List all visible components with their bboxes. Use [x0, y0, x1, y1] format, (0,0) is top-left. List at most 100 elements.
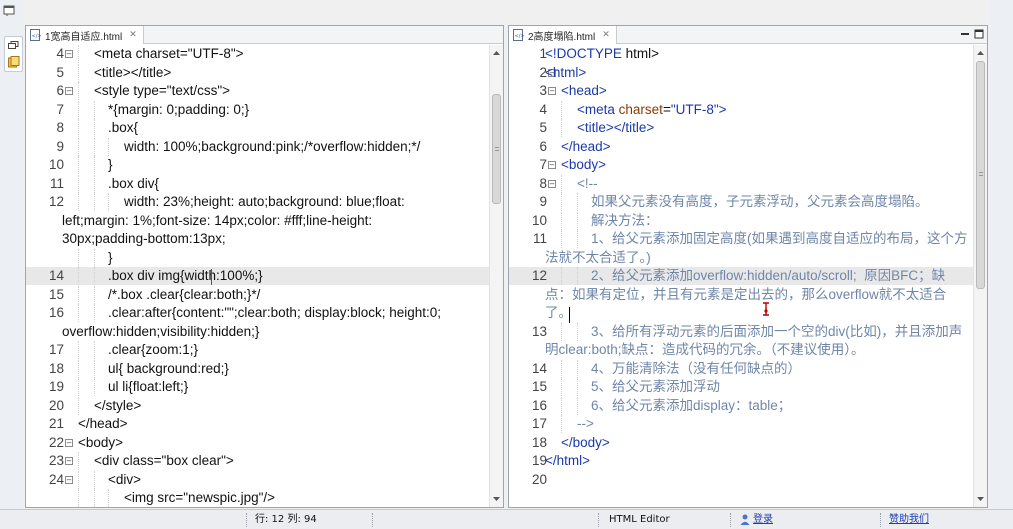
- code-line[interactable]: 22 <body>: [26, 434, 489, 452]
- fold-toggle-icon[interactable]: [65, 87, 73, 95]
- code-area[interactable]: 4 <meta charset="UTF-8"> 5 <title></title> 6…: [26, 45, 489, 507]
- indent-guide: [561, 415, 562, 433]
- code-line[interactable]: <img src="newspic.jpg"/>: [26, 489, 489, 507]
- project-explorer-icon[interactable]: [8, 56, 20, 68]
- scrollbar-thumb[interactable]: [492, 94, 501, 204]
- code-line[interactable]: 9 width: 100%;background:pink;/*overflow:…: [26, 137, 489, 156]
- code-line[interactable]: 明clear:both;缺点：造成代码的冗余。（不建议使用）。: [509, 341, 973, 359]
- editor-tab-left[interactable]: </> 1宽高自适应.html ✕: [26, 26, 144, 44]
- scroll-down-icon[interactable]: [974, 493, 987, 505]
- indent-guide: [78, 267, 79, 285]
- code-line[interactable]: 11 .box div{: [26, 174, 489, 193]
- code-line[interactable]: 23 <div class="box clear">: [26, 452, 489, 470]
- fold-toggle-icon[interactable]: [65, 438, 73, 447]
- code-line[interactable]: 8 <!--: [509, 174, 973, 193]
- indent-guide: [561, 267, 562, 285]
- code-line[interactable]: 16 .clear:after{content:"";clear:both; di…: [26, 304, 489, 322]
- code-line[interactable]: 1 <!DOCTYPE html>: [509, 45, 973, 63]
- code-line[interactable]: 14 4、万能清除法（没有任何缺点的）: [509, 359, 973, 378]
- code-line[interactable]: 7 *{margin: 0;padding: 0;}: [26, 100, 489, 119]
- scrollbar-thumb[interactable]: [976, 61, 985, 289]
- code-text: <!--: [577, 175, 598, 193]
- code-line[interactable]: 12 width: 23%;height: auto;background: bl…: [26, 193, 489, 211]
- login-link[interactable]: 登录: [753, 513, 773, 527]
- code-line[interactable]: 20 </style>: [26, 396, 489, 415]
- code-line[interactable]: 24 <div>: [26, 470, 489, 489]
- indent-guide: [577, 378, 578, 396]
- code-text: <meta charset="UTF-8">: [577, 101, 727, 119]
- sponsor-link[interactable]: 赞助我们: [889, 513, 929, 527]
- code-line[interactable]: 5 <title></title>: [509, 119, 973, 137]
- vertical-scrollbar[interactable]: [973, 45, 987, 507]
- code-line[interactable]: 5 <title></title>: [26, 63, 489, 82]
- code-line[interactable]: 17 .clear{zoom:1;}: [26, 341, 489, 359]
- code-line[interactable]: left;margin: 1%;font-size: 14px;color: #…: [26, 212, 489, 230]
- code-line[interactable]: 4 <meta charset="UTF-8">: [26, 45, 489, 63]
- cursor-position: 行: 12 列: 94: [255, 514, 317, 525]
- code-line[interactable]: 7 <body>: [509, 156, 973, 174]
- indent-guide: [577, 359, 578, 378]
- scroll-up-icon[interactable]: [490, 47, 503, 59]
- fold-toggle-icon[interactable]: [548, 161, 556, 169]
- code-line[interactable]: 2<html>: [509, 64, 973, 82]
- code-text: <html>: [545, 64, 586, 82]
- code-text: </head>: [561, 138, 611, 156]
- code-line[interactable]: 4 <meta charset="UTF-8">: [509, 100, 973, 119]
- code-line[interactable]: 14 .box div img{width:100%;}: [26, 267, 489, 285]
- code-line[interactable]: 15 /*.box .clear{clear:both;}*/: [26, 285, 489, 304]
- restore-view-icon[interactable]: [8, 41, 19, 49]
- editor-mode: HTML Editor: [609, 514, 670, 525]
- tab-close-icon[interactable]: ✕: [129, 30, 137, 40]
- line-number: 7: [539, 157, 547, 172]
- fold-toggle-icon[interactable]: [548, 179, 556, 188]
- code-area[interactable]: 1<!DOCTYPE html>2<html>3<head>4<meta cha…: [509, 45, 973, 507]
- code-line[interactable]: 20: [509, 471, 973, 489]
- code-line[interactable]: 了。: [509, 304, 973, 322]
- code-line[interactable]: 30px;padding-bottom:13px;: [26, 230, 489, 248]
- code-line[interactable]: 12 2、给父元素添加overflow:hidden/auto/scroll; 原…: [509, 267, 973, 285]
- code-line[interactable]: 19 ul li{float:left;}: [26, 378, 489, 396]
- code-line[interactable]: 法就不太合适了。): [509, 249, 973, 267]
- code-line[interactable]: 10}: [26, 156, 489, 174]
- code-line[interactable]: 11 1、给父元素添加固定高度(如果遇到高度自适应的布局，这个方: [509, 230, 973, 248]
- indent-guide: [94, 119, 95, 137]
- fold-toggle-icon[interactable]: [65, 50, 73, 58]
- editor-tab-right[interactable]: </> 2高度塌陷.html ✕: [509, 26, 617, 44]
- code-line[interactable]: 6 </head>: [509, 138, 973, 156]
- restore-icon[interactable]: [3, 5, 17, 17]
- scroll-down-icon[interactable]: [490, 493, 503, 505]
- code-line[interactable]: 16 6、给父元素添加display：table；: [509, 396, 973, 415]
- code-line[interactable]: 13 3、给所有浮动元素的后面添加一个空的div(比如)，并且添加声: [509, 322, 973, 341]
- tab-close-icon[interactable]: ✕: [602, 30, 610, 40]
- fold-toggle-icon[interactable]: [65, 457, 73, 465]
- indent-guide: [94, 378, 95, 396]
- code-line[interactable]: 19 </html>: [509, 452, 973, 470]
- fold-toggle-icon[interactable]: [65, 475, 73, 484]
- code-line[interactable]: 15 5、给父元素添加浮动: [509, 378, 973, 396]
- code-token: <!--: [577, 175, 598, 191]
- right-margin-strip: [990, 0, 1013, 509]
- code-text: ul li{float:left;}: [108, 378, 188, 396]
- editor-pane-left: </> 1宽高自适应.html ✕ 4 <meta charset="UTF-8"…: [25, 25, 504, 508]
- code-line[interactable]: overflow:hidden;visibility:hidden;}: [26, 323, 489, 341]
- indent-guide: [94, 304, 95, 322]
- vertical-scrollbar[interactable]: [489, 45, 503, 507]
- code-line[interactable]: 点：如果有定位，并且有元素是定出去的，那么overflow就不太适合: [509, 286, 973, 304]
- code-line[interactable]: 9 如果父元素没有高度，子元素浮动，父元素会高度塌陷。: [509, 193, 973, 211]
- code-line[interactable]: 3 <head>: [509, 82, 973, 100]
- code-line[interactable]: 8 .box{: [26, 119, 489, 137]
- code-line[interactable]: 10 解决方法：: [509, 211, 973, 230]
- minimize-icon[interactable]: [960, 29, 970, 39]
- maximize-icon[interactable]: [974, 29, 984, 39]
- code-line[interactable]: }: [26, 248, 489, 267]
- code-token: <div>: [108, 471, 142, 487]
- code-line[interactable]: 18 </body>: [509, 434, 973, 452]
- scroll-up-icon[interactable]: [974, 47, 987, 59]
- code-line[interactable]: 17 -->: [509, 415, 973, 433]
- code-line[interactable]: 6 <style type="text/css">: [26, 82, 489, 100]
- side-toolbar: [0, 0, 24, 529]
- code-line[interactable]: 18 ul{ background:red;}: [26, 359, 489, 378]
- code-line[interactable]: 21 </head>: [26, 415, 489, 433]
- fold-toggle-icon[interactable]: [548, 87, 556, 95]
- line-number: 15: [531, 379, 547, 394]
